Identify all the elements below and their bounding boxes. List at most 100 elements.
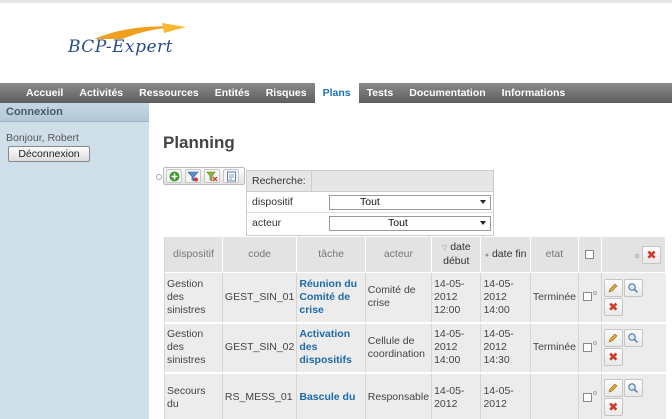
table-row: Gestion des sinistres GEST_SIN_01 Réunio… xyxy=(164,272,666,324)
cell-actions: ✖ xyxy=(600,322,666,374)
nav-item-documentation[interactable]: Documentation xyxy=(401,83,493,103)
delete-button[interactable]: ✖ xyxy=(603,348,623,366)
sort-icon: ▽ xyxy=(441,245,448,252)
view-button[interactable] xyxy=(623,329,643,347)
search-row-acteur: acteur Tout xyxy=(247,213,493,234)
search-label-dispositif: dispositif xyxy=(252,196,293,208)
nav-item-informations[interactable]: Informations xyxy=(494,83,574,103)
column-header-date-debut[interactable]: ▽ date début xyxy=(431,236,482,273)
delete-button[interactable]: ✖ xyxy=(603,297,623,316)
acteur-select[interactable]: Tout xyxy=(329,216,491,231)
cell-date-debut: 14-05-2012 14:00 xyxy=(431,322,481,374)
column-header-actions: ✖ xyxy=(600,236,667,273)
column-header-acteur[interactable]: acteur xyxy=(364,236,433,273)
cell-dispositif: Secours du xyxy=(164,372,223,419)
row-checkbox[interactable] xyxy=(582,342,592,352)
nav-item-plans[interactable]: Plans xyxy=(314,83,359,103)
dispositif-select[interactable]: Tout xyxy=(329,195,491,210)
cell-code: GEST_SIN_02 xyxy=(221,322,297,374)
column-header-date-debut-label: date début xyxy=(443,241,471,267)
view-button[interactable] xyxy=(623,278,643,297)
logo[interactable]: BCP-Expert xyxy=(68,37,173,57)
magnifier-icon xyxy=(628,383,639,393)
cell-date-debut: 14-05-2012 12:00 xyxy=(431,272,481,324)
cell-code: GEST_SIN_01 xyxy=(221,272,297,324)
nav-item-risques[interactable]: Risques xyxy=(258,83,315,103)
column-header-etat[interactable]: etat xyxy=(529,236,580,273)
logout-button[interactable]: Déconnexion xyxy=(8,146,90,162)
column-header-tache[interactable]: tâche xyxy=(296,236,366,273)
cell-actions: ✖ xyxy=(600,372,666,419)
search-label-acteur: acteur xyxy=(252,217,282,229)
delete-icon: ✖ xyxy=(608,400,619,414)
cell-acteur: Cellule de coordination xyxy=(364,322,432,374)
select-all-checkbox[interactable] xyxy=(585,249,595,259)
search-header-label: Recherche: xyxy=(252,175,306,187)
nav-item-ressources[interactable]: Ressources xyxy=(131,83,207,103)
main-content: Planning Recherche: dispositif Tout acte… xyxy=(149,103,672,419)
page-title: Planning xyxy=(163,133,235,152)
planning-table: dispositif code tâche acteur ▽ date débu… xyxy=(164,236,667,419)
clear-filter-icon[interactable] xyxy=(204,169,220,183)
edit-icon xyxy=(608,383,618,393)
row-checkbox[interactable] xyxy=(582,292,592,302)
user-greeting: Bonjour, Robert xyxy=(6,132,79,144)
bullet-icon xyxy=(592,290,597,295)
acteur-select-value: Tout xyxy=(388,217,408,229)
column-header-select-all xyxy=(578,236,602,273)
cell-etat: Terminée xyxy=(529,272,579,324)
search-header: Recherche: xyxy=(247,171,493,192)
table-row: Gestion des sinistres GEST_SIN_02 Activa… xyxy=(164,322,666,374)
cell-date-debut: 14-05-2012 xyxy=(431,372,481,419)
cell-code: RS_MESS_01 xyxy=(221,372,297,419)
column-header-code[interactable]: code xyxy=(221,236,298,273)
bullet-icon xyxy=(635,253,640,258)
cell-date-fin: 14-05-2012 xyxy=(480,372,531,419)
edit-button[interactable] xyxy=(603,278,623,297)
magnifier-icon xyxy=(628,333,639,343)
column-header-date-fin[interactable]: ● date fin xyxy=(480,236,531,273)
edit-button[interactable] xyxy=(603,379,623,397)
cell-select xyxy=(578,272,602,324)
toolbar xyxy=(163,167,245,185)
edit-icon xyxy=(608,333,618,343)
magnifier-icon xyxy=(628,282,639,293)
column-header-date-fin-label: date fin xyxy=(491,247,527,260)
column-header-dispositif[interactable]: dispositif xyxy=(164,236,223,273)
cell-etat: Terminée xyxy=(529,322,579,374)
chevron-down-icon xyxy=(480,221,486,225)
cell-etat xyxy=(529,372,579,419)
delete-selected-button[interactable]: ✖ xyxy=(642,245,661,264)
bullet-icon xyxy=(592,391,597,395)
table-row: Secours du RS_MESS_01 Bascule du Respons… xyxy=(164,372,666,419)
sort-icon: ● xyxy=(484,251,490,259)
cell-date-fin: 14-05-2012 14:00 xyxy=(480,272,531,324)
dispositif-select-value: Tout xyxy=(360,196,380,208)
export-icon[interactable] xyxy=(223,169,239,183)
cell-actions: ✖ xyxy=(600,272,666,324)
cell-tache-link[interactable]: Réunion du Comité de crise xyxy=(296,272,366,324)
chevron-down-icon xyxy=(480,200,486,204)
cell-tache-link[interactable]: Bascule du xyxy=(296,372,366,419)
cell-tache-link[interactable]: Activation des dispositifs xyxy=(296,322,366,374)
main-nav: Accueil Activités Ressources Entités Ris… xyxy=(0,83,672,103)
cell-date-fin: 14-05-2012 14:30 xyxy=(480,322,531,374)
toolbar-bullet-icon xyxy=(156,174,162,180)
delete-button[interactable]: ✖ xyxy=(603,398,623,416)
table-header-row: dispositif code tâche acteur ▽ date débu… xyxy=(164,236,667,273)
sidebar: Connexion Bonjour, Robert Déconnexion xyxy=(0,103,149,419)
bullet-icon xyxy=(592,341,597,345)
add-icon[interactable] xyxy=(166,169,182,183)
delete-icon: ✖ xyxy=(608,299,619,314)
nav-item-entites[interactable]: Entités xyxy=(207,83,258,103)
cell-dispositif: Gestion des sinistres xyxy=(164,322,223,374)
filter-icon[interactable] xyxy=(185,169,201,183)
nav-item-accueil[interactable]: Accueil xyxy=(18,83,71,103)
cell-dispositif: Gestion des sinistres xyxy=(164,272,223,324)
row-checkbox[interactable] xyxy=(582,392,592,402)
edit-button[interactable] xyxy=(603,329,623,347)
view-button[interactable] xyxy=(623,379,643,397)
nav-item-activites[interactable]: Activités xyxy=(71,83,131,103)
nav-item-tests[interactable]: Tests xyxy=(359,83,402,103)
search-row-dispositif: dispositif Tout xyxy=(247,192,493,213)
